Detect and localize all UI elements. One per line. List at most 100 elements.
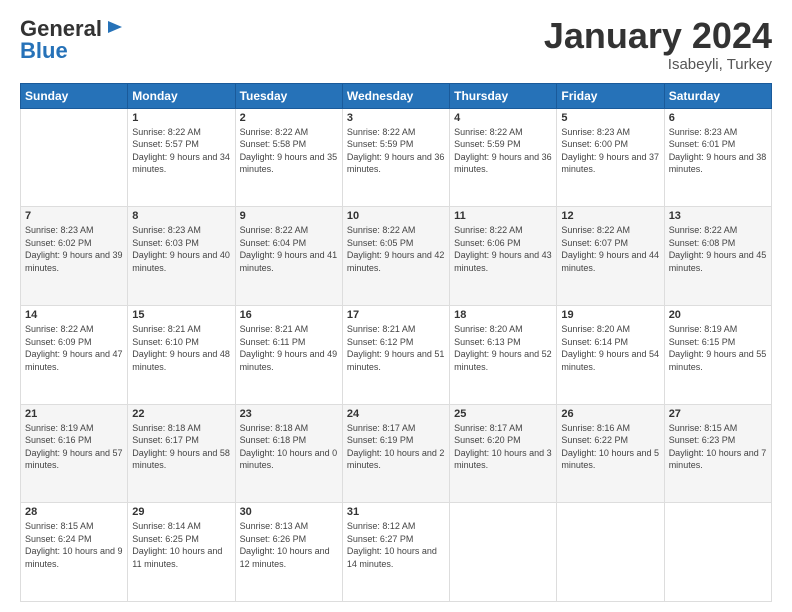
calendar-week-row: 14Sunrise: 8:22 AMSunset: 6:09 PMDayligh…	[21, 305, 772, 404]
col-thursday: Thursday	[450, 83, 557, 108]
day-number: 27	[669, 408, 767, 420]
day-number: 23	[240, 408, 338, 420]
header: General Blue January 2024 Isabeyli, Turk…	[20, 16, 772, 73]
calendar-cell: 14Sunrise: 8:22 AMSunset: 6:09 PMDayligh…	[21, 305, 128, 404]
day-info: Sunrise: 8:16 AMSunset: 6:22 PMDaylight:…	[561, 422, 659, 472]
day-number: 3	[347, 112, 445, 124]
calendar-cell: 7 Sunrise: 8:23 AMSunset: 6:02 PMDaylight…	[21, 207, 128, 306]
calendar-cell: 5Sunrise: 8:23 AMSunset: 6:00 PMDaylight…	[557, 108, 664, 207]
logo-blue: Blue	[20, 38, 68, 64]
calendar-cell: 6 Sunrise: 8:23 AMSunset: 6:01 PMDaylight…	[664, 108, 771, 207]
day-info: Sunrise: 8:23 AMSunset: 6:03 PMDaylight:…	[132, 224, 230, 274]
calendar-cell	[557, 503, 664, 602]
calendar-cell	[21, 108, 128, 207]
logo: General Blue	[20, 16, 124, 64]
day-number: 20	[669, 309, 767, 321]
day-info: Sunrise: 8:22 AMSunset: 6:06 PMDaylight:…	[454, 224, 552, 274]
day-number: 21	[25, 408, 123, 420]
day-info: Sunrise: 8:21 AMSunset: 6:10 PMDaylight:…	[132, 323, 230, 373]
day-info: Sunrise: 8:23 AMSunset: 6:02 PMDaylight:…	[25, 224, 123, 274]
logo-flag-icon	[104, 19, 124, 39]
day-number: 30	[240, 506, 338, 518]
calendar-cell: 15 Sunrise: 8:21 AMSunset: 6:10 PMDayligh…	[128, 305, 235, 404]
day-number: 18	[454, 309, 552, 321]
day-info: Sunrise: 8:13 AMSunset: 6:26 PMDaylight:…	[240, 520, 338, 570]
calendar-cell: 18Sunrise: 8:20 AMSunset: 6:13 PMDayligh…	[450, 305, 557, 404]
day-number: 28	[25, 506, 123, 518]
day-info: Sunrise: 8:22 AMSunset: 6:08 PMDaylight:…	[669, 224, 767, 274]
day-info: Sunrise: 8:22 AMSunset: 6:05 PMDaylight:…	[347, 224, 445, 274]
day-info: Sunrise: 8:21 AMSunset: 6:12 PMDaylight:…	[347, 323, 445, 373]
day-info: Sunrise: 8:22 AMSunset: 5:59 PMDaylight:…	[347, 126, 445, 176]
col-wednesday: Wednesday	[342, 83, 449, 108]
calendar-cell: 3 Sunrise: 8:22 AMSunset: 5:59 PMDaylight…	[342, 108, 449, 207]
calendar-cell: 4Sunrise: 8:22 AMSunset: 5:59 PMDaylight…	[450, 108, 557, 207]
calendar-cell: 23 Sunrise: 8:18 AMSunset: 6:18 PMDayligh…	[235, 404, 342, 503]
day-info: Sunrise: 8:17 AMSunset: 6:20 PMDaylight:…	[454, 422, 552, 472]
col-saturday: Saturday	[664, 83, 771, 108]
day-info: Sunrise: 8:21 AMSunset: 6:11 PMDaylight:…	[240, 323, 338, 373]
calendar-cell: 19 Sunrise: 8:20 AMSunset: 6:14 PMDayligh…	[557, 305, 664, 404]
calendar-week-row: 1 Sunrise: 8:22 AMSunset: 5:57 PMDaylight…	[21, 108, 772, 207]
calendar-cell: 25 Sunrise: 8:17 AMSunset: 6:20 PMDayligh…	[450, 404, 557, 503]
day-number: 11	[454, 210, 552, 222]
month-title: January 2024	[544, 16, 772, 56]
day-info: Sunrise: 8:20 AMSunset: 6:14 PMDaylight:…	[561, 323, 659, 373]
day-info: Sunrise: 8:18 AMSunset: 6:18 PMDaylight:…	[240, 422, 338, 472]
day-info: Sunrise: 8:12 AMSunset: 6:27 PMDaylight:…	[347, 520, 445, 570]
calendar-cell: 31 Sunrise: 8:12 AMSunset: 6:27 PMDayligh…	[342, 503, 449, 602]
calendar-cell: 20 Sunrise: 8:19 AMSunset: 6:15 PMDayligh…	[664, 305, 771, 404]
calendar-cell: 21 Sunrise: 8:19 AMSunset: 6:16 PMDayligh…	[21, 404, 128, 503]
day-number: 19	[561, 309, 659, 321]
day-number: 26	[561, 408, 659, 420]
calendar-cell: 1 Sunrise: 8:22 AMSunset: 5:57 PMDaylight…	[128, 108, 235, 207]
day-number: 31	[347, 506, 445, 518]
calendar-cell: 30 Sunrise: 8:13 AMSunset: 6:26 PMDayligh…	[235, 503, 342, 602]
day-number: 9	[240, 210, 338, 222]
calendar-cell: 29Sunrise: 8:14 AMSunset: 6:25 PMDayligh…	[128, 503, 235, 602]
day-info: Sunrise: 8:19 AMSunset: 6:15 PMDaylight:…	[669, 323, 767, 373]
day-number: 17	[347, 309, 445, 321]
day-info: Sunrise: 8:15 AMSunset: 6:23 PMDaylight:…	[669, 422, 767, 472]
day-number: 22	[132, 408, 230, 420]
day-info: Sunrise: 8:22 AMSunset: 6:07 PMDaylight:…	[561, 224, 659, 274]
day-info: Sunrise: 8:22 AMSunset: 6:09 PMDaylight:…	[25, 323, 123, 373]
col-monday: Monday	[128, 83, 235, 108]
calendar-cell: 10 Sunrise: 8:22 AMSunset: 6:05 PMDayligh…	[342, 207, 449, 306]
calendar-cell: 17 Sunrise: 8:21 AMSunset: 6:12 PMDayligh…	[342, 305, 449, 404]
day-number: 16	[240, 309, 338, 321]
day-info: Sunrise: 8:22 AMSunset: 5:58 PMDaylight:…	[240, 126, 338, 176]
calendar-cell: 24 Sunrise: 8:17 AMSunset: 6:19 PMDayligh…	[342, 404, 449, 503]
calendar-cell	[450, 503, 557, 602]
day-number: 7	[25, 210, 123, 222]
day-number: 25	[454, 408, 552, 420]
day-info: Sunrise: 8:23 AMSunset: 6:01 PMDaylight:…	[669, 126, 767, 176]
day-number: 10	[347, 210, 445, 222]
col-sunday: Sunday	[21, 83, 128, 108]
location: Isabeyli, Turkey	[544, 56, 772, 73]
day-info: Sunrise: 8:19 AMSunset: 6:16 PMDaylight:…	[25, 422, 123, 472]
calendar-cell: 16 Sunrise: 8:21 AMSunset: 6:11 PMDayligh…	[235, 305, 342, 404]
day-number: 2	[240, 112, 338, 124]
calendar-cell: 12 Sunrise: 8:22 AMSunset: 6:07 PMDayligh…	[557, 207, 664, 306]
calendar-cell: 9 Sunrise: 8:22 AMSunset: 6:04 PMDaylight…	[235, 207, 342, 306]
day-info: Sunrise: 8:22 AMSunset: 6:04 PMDaylight:…	[240, 224, 338, 274]
day-number: 12	[561, 210, 659, 222]
day-number: 6	[669, 112, 767, 124]
day-number: 24	[347, 408, 445, 420]
calendar-cell: 28Sunrise: 8:15 AMSunset: 6:24 PMDayligh…	[21, 503, 128, 602]
day-info: Sunrise: 8:17 AMSunset: 6:19 PMDaylight:…	[347, 422, 445, 472]
page: General Blue January 2024 Isabeyli, Turk…	[0, 0, 792, 612]
day-number: 1	[132, 112, 230, 124]
day-number: 8	[132, 210, 230, 222]
day-number: 13	[669, 210, 767, 222]
day-info: Sunrise: 8:18 AMSunset: 6:17 PMDaylight:…	[132, 422, 230, 472]
calendar-cell: 8 Sunrise: 8:23 AMSunset: 6:03 PMDaylight…	[128, 207, 235, 306]
calendar-cell: 2 Sunrise: 8:22 AMSunset: 5:58 PMDaylight…	[235, 108, 342, 207]
calendar-table: Sunday Monday Tuesday Wednesday Thursday…	[20, 83, 772, 602]
day-number: 15	[132, 309, 230, 321]
day-info: Sunrise: 8:22 AMSunset: 5:57 PMDaylight:…	[132, 126, 230, 176]
calendar-cell: 13 Sunrise: 8:22 AMSunset: 6:08 PMDayligh…	[664, 207, 771, 306]
col-friday: Friday	[557, 83, 664, 108]
day-number: 29	[132, 506, 230, 518]
